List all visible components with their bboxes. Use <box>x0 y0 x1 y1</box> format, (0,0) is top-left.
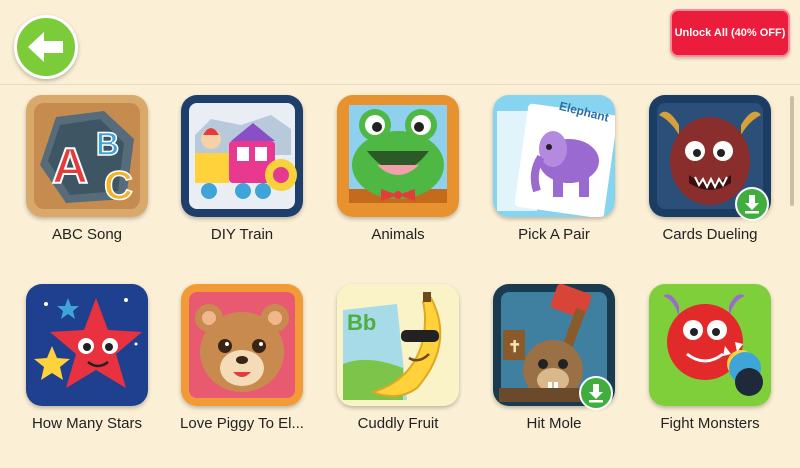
unlock-all-button[interactable]: Unlock All (40% OFF) <box>670 9 790 57</box>
game-label: DIY Train <box>210 226 274 243</box>
stars-icon <box>26 284 148 406</box>
game-tile-cards-dueling[interactable]: Cards Dueling <box>643 95 773 255</box>
game-label: Cards Dueling <box>662 226 758 243</box>
game-label: Hit Mole <box>526 415 582 432</box>
abc-letters-icon: A B C <box>26 95 148 217</box>
elephant-card-icon: Elephant <box>493 95 615 217</box>
scrollbar[interactable] <box>790 96 794 206</box>
game-tile-how-many-stars[interactable]: How Many Stars <box>20 284 150 444</box>
game-tile-animals[interactable]: Animals <box>331 95 461 255</box>
banana-icon: Bb <box>337 284 459 406</box>
bear-icon <box>181 284 303 406</box>
game-tile-cuddly-fruit[interactable]: Bb Cuddly Fruit <box>331 284 461 444</box>
red-monster-icon <box>649 284 771 406</box>
game-tile-diy-train[interactable]: DIY Train <box>175 95 305 255</box>
game-tile-abc-song[interactable]: A B C ABC Song <box>20 95 150 255</box>
svg-text:✝: ✝ <box>508 339 521 356</box>
download-icon <box>589 384 603 403</box>
svg-text:Bb: Bb <box>347 310 376 335</box>
svg-text:B: B <box>96 126 119 162</box>
game-label: Cuddly Fruit <box>357 415 439 432</box>
game-tile-pick-a-pair[interactable]: Elephant Pick A Pair <box>487 95 617 255</box>
game-tile-love-piggy[interactable]: Love Piggy To El... <box>175 284 305 444</box>
download-badge[interactable] <box>735 187 769 221</box>
top-bar: Unlock All (40% OFF) <box>0 0 800 84</box>
svg-text:A: A <box>52 138 88 194</box>
back-button[interactable] <box>14 15 78 79</box>
game-label: Love Piggy To El... <box>180 415 304 432</box>
header-divider <box>0 84 800 85</box>
download-badge[interactable] <box>579 376 613 410</box>
download-icon <box>745 195 759 214</box>
game-label: Animals <box>371 226 425 243</box>
arrow-left-icon <box>28 32 63 62</box>
game-label: Fight Monsters <box>660 415 760 432</box>
toy-train-icon <box>181 95 303 217</box>
game-tile-fight-monsters[interactable]: Fight Monsters <box>643 284 773 444</box>
game-tile-hit-mole[interactable]: ✝ Hit Mole <box>487 284 617 444</box>
game-label: ABC Song <box>51 226 123 243</box>
game-label: How Many Stars <box>31 415 143 432</box>
game-label: Pick A Pair <box>518 226 590 243</box>
frog-icon <box>337 95 459 217</box>
svg-text:C: C <box>104 164 133 208</box>
